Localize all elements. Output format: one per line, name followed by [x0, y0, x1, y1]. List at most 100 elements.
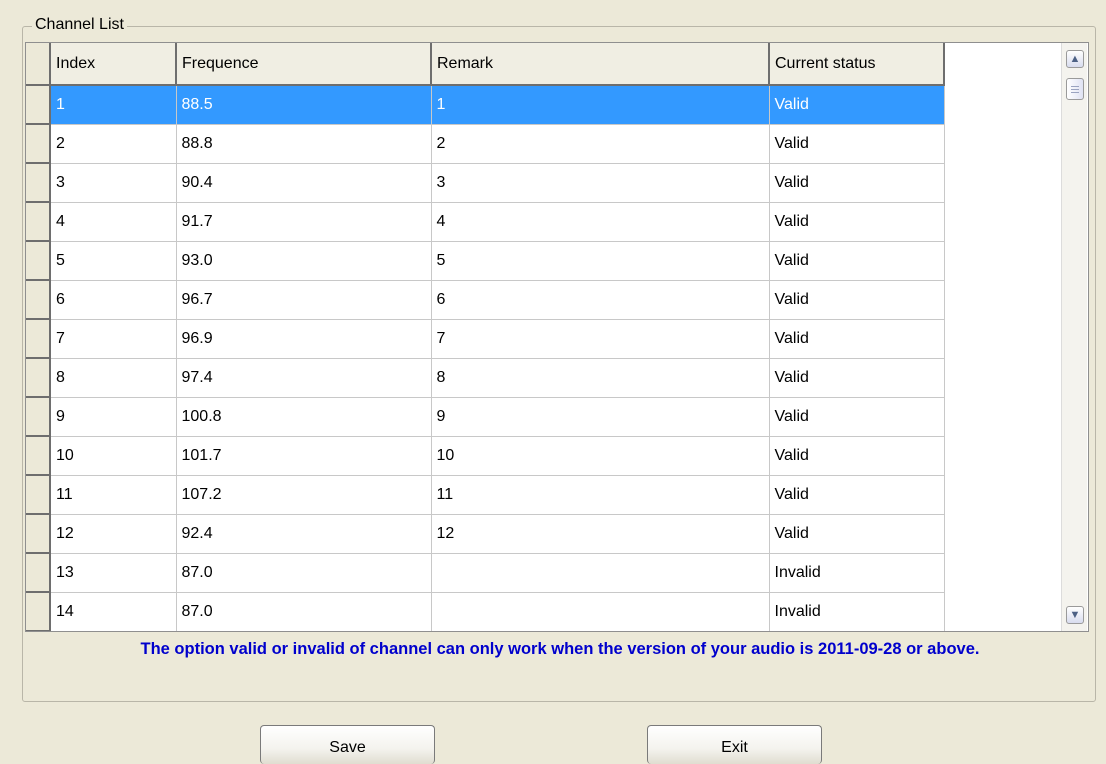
cell-index[interactable]: 7 [50, 319, 177, 359]
cell-status[interactable]: Valid [769, 514, 945, 554]
cell-frequence[interactable]: 100.8 [176, 397, 432, 437]
cell-frequence[interactable]: 88.8 [176, 124, 432, 164]
cell-status[interactable]: Valid [769, 280, 945, 320]
table-row[interactable]: 6 96.7 6 Valid [26, 280, 945, 320]
cell-index[interactable]: 14 [50, 592, 177, 631]
cell-index[interactable]: 4 [50, 202, 177, 242]
cell-remark[interactable]: 10 [431, 436, 770, 476]
cell-remark[interactable]: 12 [431, 514, 770, 554]
cell-remark[interactable]: 1 [431, 85, 770, 125]
cell-frequence[interactable]: 96.7 [176, 280, 432, 320]
row-header[interactable] [26, 124, 51, 164]
table-row[interactable]: 7 96.9 7 Valid [26, 319, 945, 359]
cell-remark[interactable]: 5 [431, 241, 770, 281]
row-header[interactable] [26, 436, 51, 476]
cell-index[interactable]: 6 [50, 280, 177, 320]
row-header[interactable] [26, 163, 51, 203]
row-header[interactable] [26, 592, 51, 631]
cell-status[interactable]: Valid [769, 475, 945, 515]
cell-status[interactable]: Valid [769, 358, 945, 398]
chevron-up-icon[interactable]: ▲ [1066, 50, 1084, 68]
cell-index[interactable]: 11 [50, 475, 177, 515]
table-row[interactable]: 1 88.5 1 Valid [26, 85, 945, 125]
row-header[interactable] [26, 202, 51, 242]
cell-status[interactable]: Valid [769, 85, 945, 125]
column-header-current-status[interactable]: Current status [769, 43, 945, 86]
cell-index[interactable]: 8 [50, 358, 177, 398]
table-row[interactable]: 9 100.8 9 Valid [26, 397, 945, 437]
cell-frequence[interactable]: 96.9 [176, 319, 432, 359]
cell-index[interactable]: 5 [50, 241, 177, 281]
channel-table: Index Frequence Remark Current status 18… [26, 43, 945, 631]
cell-status[interactable]: Invalid [769, 553, 945, 593]
row-header[interactable] [26, 280, 51, 320]
exit-button[interactable]: Exit [647, 725, 822, 764]
cell-frequence[interactable]: 92.4 [176, 514, 432, 554]
cell-index[interactable]: 12 [50, 514, 177, 554]
row-header[interactable] [26, 397, 51, 437]
row-header[interactable] [26, 358, 51, 398]
cell-remark[interactable]: 8 [431, 358, 770, 398]
cell-index[interactable]: 3 [50, 163, 177, 203]
row-header[interactable] [26, 553, 51, 593]
save-button[interactable]: Save [260, 725, 435, 764]
cell-remark[interactable]: 2 [431, 124, 770, 164]
group-title: Channel List [32, 15, 127, 35]
cell-frequence[interactable]: 91.7 [176, 202, 432, 242]
cell-remark[interactable]: 3 [431, 163, 770, 203]
cell-remark[interactable]: 4 [431, 202, 770, 242]
cell-remark[interactable]: 7 [431, 319, 770, 359]
table-row[interactable]: 5 93.0 5 Valid [26, 241, 945, 281]
column-header-remark[interactable]: Remark [431, 43, 770, 86]
cell-frequence[interactable]: 87.0 [176, 553, 432, 593]
cell-index[interactable]: 10 [50, 436, 177, 476]
table-row[interactable]: 10 101.7 10 Valid [26, 436, 945, 476]
row-header[interactable] [26, 319, 51, 359]
row-header[interactable] [26, 241, 51, 281]
cell-index[interactable]: 13 [50, 553, 177, 593]
cell-index[interactable]: 2 [50, 124, 177, 164]
cell-status[interactable]: Valid [769, 202, 945, 242]
cell-remark[interactable] [431, 592, 770, 631]
cell-frequence[interactable]: 97.4 [176, 358, 432, 398]
cell-frequence[interactable]: 101.7 [176, 436, 432, 476]
table-row[interactable]: 11 107.2 11 Valid [26, 475, 945, 515]
cell-status[interactable]: Valid [769, 436, 945, 476]
row-header[interactable] [26, 85, 51, 125]
table-row[interactable]: 2 88.8 2 Valid [26, 124, 945, 164]
cell-frequence[interactable]: 93.0 [176, 241, 432, 281]
version-note: The option valid or invalid of channel c… [140, 640, 980, 658]
cell-status[interactable]: Invalid [769, 592, 945, 631]
header-row: Index Frequence Remark Current status [26, 43, 945, 86]
cell-remark[interactable] [431, 553, 770, 593]
cell-status[interactable]: Valid [769, 163, 945, 203]
table-row[interactable]: 13 87.0 Invalid [26, 553, 945, 593]
table-row[interactable]: 8 97.4 8 Valid [26, 358, 945, 398]
row-header[interactable] [26, 514, 51, 554]
scroll-thumb[interactable] [1066, 78, 1084, 100]
cell-frequence[interactable]: 90.4 [176, 163, 432, 203]
column-header-frequence[interactable]: Frequence [176, 43, 432, 86]
cell-status[interactable]: Valid [769, 319, 945, 359]
cell-status[interactable]: Valid [769, 241, 945, 281]
cell-frequence[interactable]: 88.5 [176, 85, 432, 125]
cell-remark[interactable]: 11 [431, 475, 770, 515]
cell-index[interactable]: 1 [50, 85, 177, 125]
cell-index[interactable]: 9 [50, 397, 177, 437]
cell-status[interactable]: Valid [769, 397, 945, 437]
vertical-scrollbar[interactable]: ▲ ▼ [1061, 43, 1087, 631]
chevron-down-icon[interactable]: ▼ [1066, 606, 1084, 624]
row-header-corner [26, 43, 51, 86]
table-row[interactable]: 4 91.7 4 Valid [26, 202, 945, 242]
cell-remark[interactable]: 9 [431, 397, 770, 437]
table-row[interactable]: 12 92.4 12 Valid [26, 514, 945, 554]
cell-frequence[interactable]: 107.2 [176, 475, 432, 515]
column-header-index[interactable]: Index [50, 43, 177, 86]
cell-status[interactable]: Valid [769, 124, 945, 164]
cell-frequence[interactable]: 87.0 [176, 592, 432, 631]
table-row[interactable]: 14 87.0 Invalid [26, 592, 945, 631]
table-row[interactable]: 3 90.4 3 Valid [26, 163, 945, 203]
row-header[interactable] [26, 475, 51, 515]
cell-remark[interactable]: 6 [431, 280, 770, 320]
channel-grid: Index Frequence Remark Current status 18… [25, 42, 1089, 632]
